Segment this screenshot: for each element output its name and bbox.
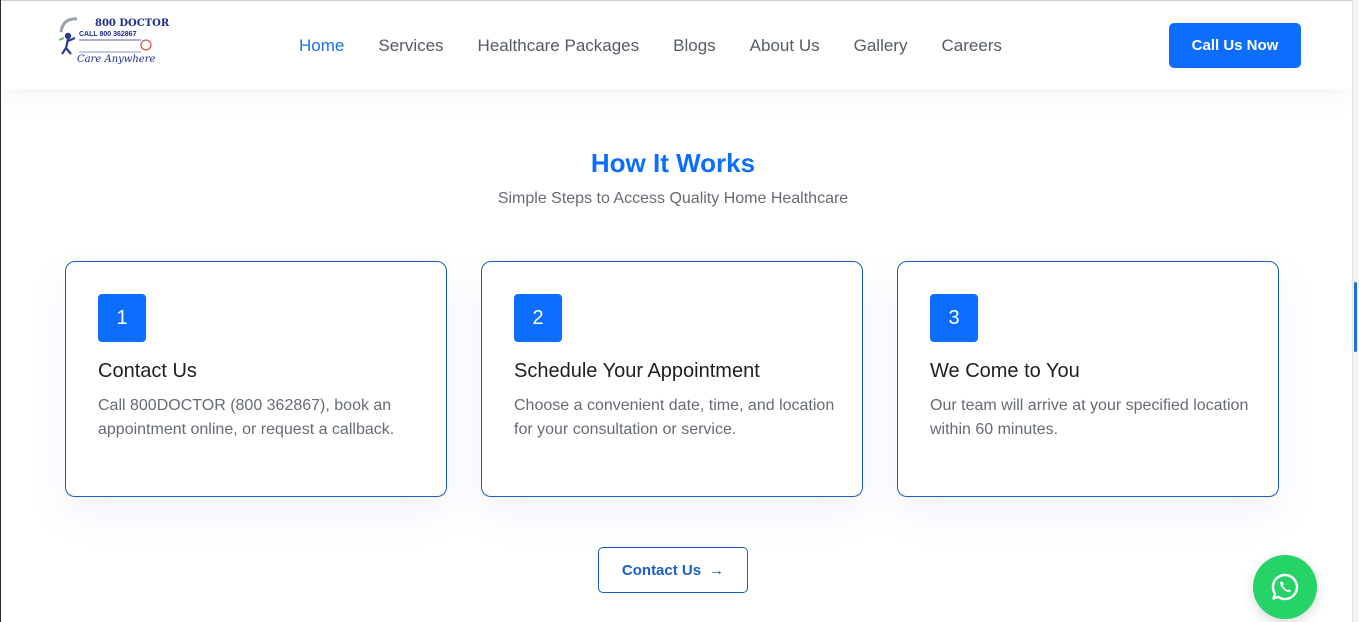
nav-item-services[interactable]: Services: [378, 36, 443, 56]
step-number-badge: 2: [514, 294, 562, 342]
step-card: 2 Schedule Your Appointment Choose a con…: [481, 261, 863, 497]
nav-item-home[interactable]: Home: [299, 36, 344, 56]
arrow-right-icon: →: [709, 561, 725, 579]
contact-us-button[interactable]: Contact Us →: [598, 547, 748, 593]
whatsapp-button[interactable]: [1253, 555, 1317, 619]
nav-item-healthcare-packages[interactable]: Healthcare Packages: [478, 36, 640, 56]
nav-item-gallery[interactable]: Gallery: [854, 36, 908, 56]
step-description: Call 800DOCTOR (800 362867), book an app…: [98, 397, 395, 438]
step-description: Choose a convenient date, time, and loca…: [514, 397, 835, 438]
step-number-badge: 3: [930, 294, 978, 342]
step-title: We Come to You: [930, 360, 1080, 382]
window-left-border: [0, 0, 1, 622]
step-number-badge: 1: [98, 294, 146, 342]
logo-text: 800 DOCTOR: [95, 18, 170, 29]
step-card: 1 Contact Us Call 800DOCTOR (800 362867)…: [65, 261, 447, 497]
contact-us-label: Contact Us: [621, 561, 702, 579]
nav-item-blogs[interactable]: Blogs: [673, 36, 716, 56]
logo-tagline: Care Anywhere: [77, 54, 156, 65]
step-title: Contact Us: [98, 360, 197, 382]
nav-item-about-us[interactable]: About Us: [750, 36, 820, 56]
section-subtitle: Simple Steps to Access Quality Home Heal…: [497, 190, 849, 207]
whatsapp-icon: [1271, 573, 1299, 601]
step-card: 3 We Come to You Our team will arrive at…: [897, 261, 1279, 497]
call-us-now-button[interactable]: Call Us Now: [1169, 23, 1301, 68]
logo-phone: CALL 800 362867: [79, 31, 137, 38]
logo[interactable]: 800 DOCTOR CALL 800 362867 Care Anywhere: [55, 16, 169, 74]
nav-item-careers[interactable]: Careers: [941, 36, 1001, 56]
site-header: 800 DOCTOR CALL 800 362867 Care Anywhere…: [1, 1, 1352, 89]
step-title: Schedule Your Appointment: [514, 360, 760, 382]
main-nav: Home Services Healthcare Packages Blogs …: [299, 35, 1036, 57]
page: 800 DOCTOR CALL 800 362867 Care Anywhere…: [0, 0, 1359, 622]
scrollbar[interactable]: [1352, 0, 1359, 622]
scrollbar-thumb[interactable]: [1354, 282, 1357, 352]
step-description: Our team will arrive at your specified l…: [930, 397, 1249, 438]
section-title: How It Works: [590, 148, 756, 178]
